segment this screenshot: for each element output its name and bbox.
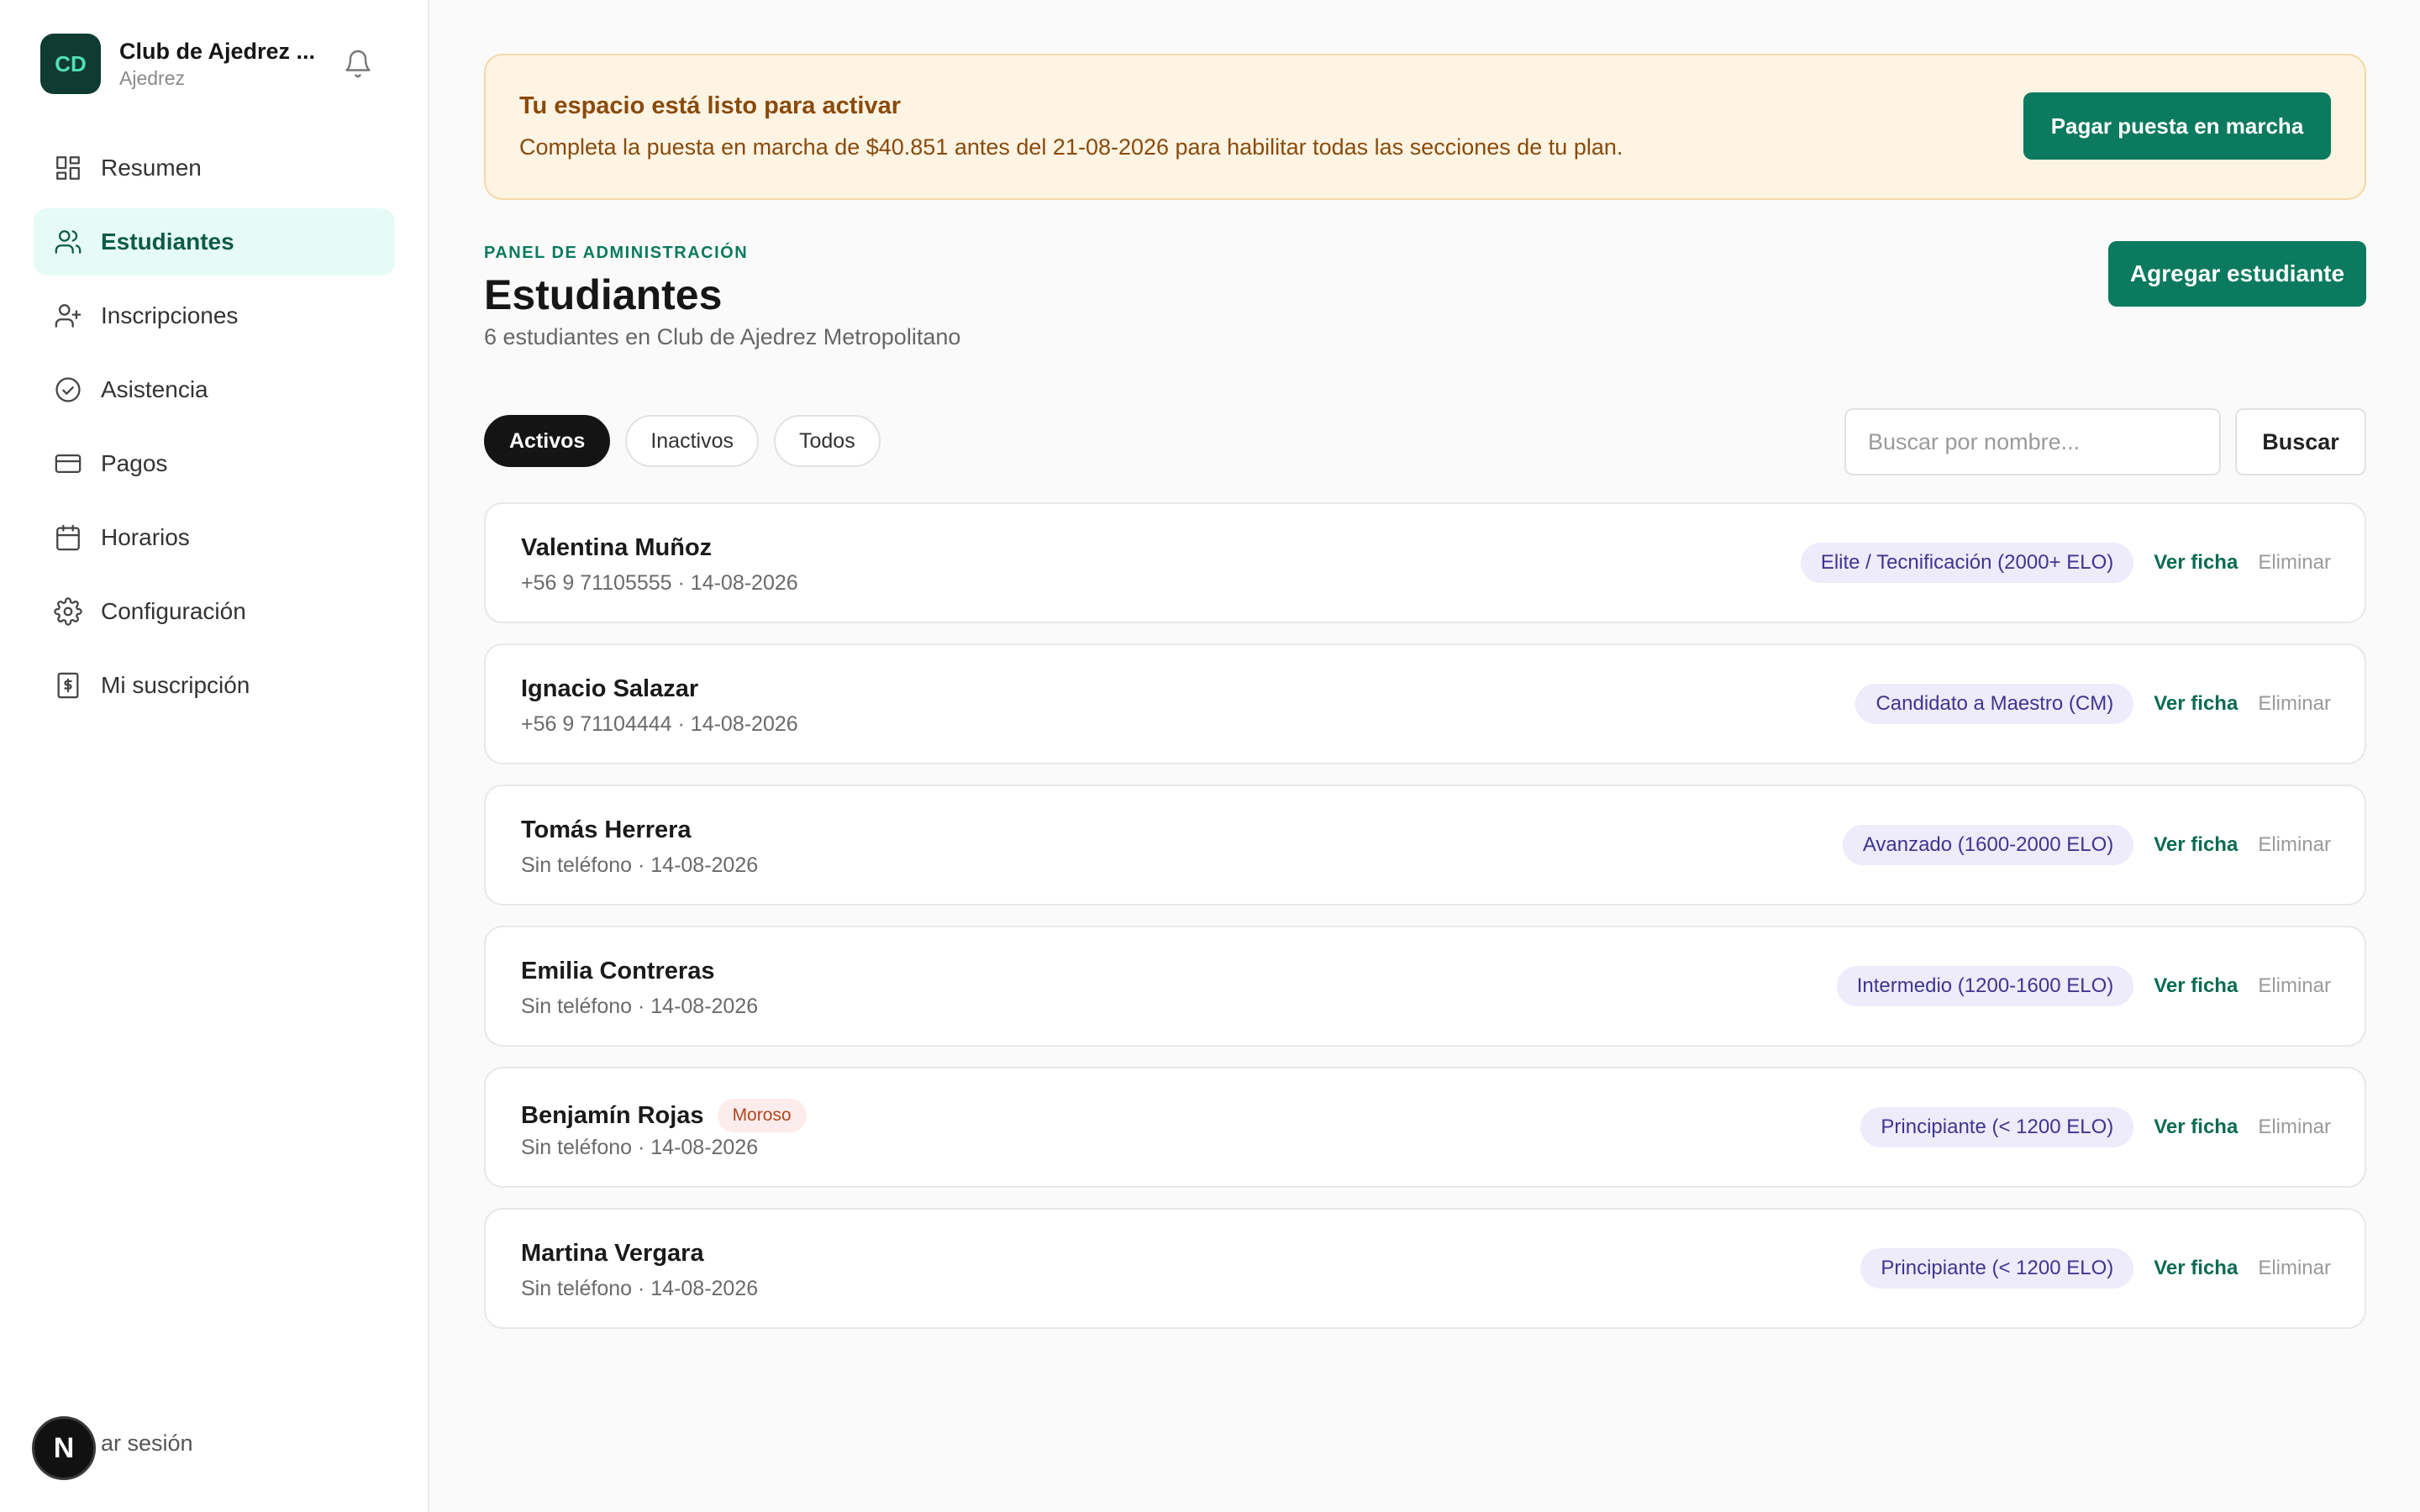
student-meta: Sin teléfono · 14-08-2026: [521, 853, 759, 877]
student-meta: +56 9 71105555 · 14-08-2026: [521, 571, 798, 595]
calendar-icon: [56, 524, 80, 551]
dashboard-grid-icon: [56, 156, 80, 180]
users-icon: [55, 230, 82, 254]
student-row: Emilia Contreras Sin teléfono · 14-08-20…: [484, 926, 2366, 1047]
level-badge: Principiante (< 1200 ELO): [1860, 1248, 2134, 1289]
student-meta: +56 9 71104444 · 14-08-2026: [521, 712, 798, 736]
page-eyebrow: PANEL DE ADMINISTRACIÓN: [484, 244, 749, 262]
student-row: Ignacio Salazar +56 9 71104444 · 14-08-2…: [484, 643, 2366, 764]
credit-card-icon: [55, 454, 82, 474]
banner-title: Tu espacio está listo para activar: [519, 92, 901, 119]
banner-text: Completa la puesta en marcha de $40.851 …: [519, 134, 1623, 160]
level-badge: Principiante (< 1200 ELO): [1860, 1107, 2134, 1147]
tab-activos[interactable]: Activos: [484, 415, 611, 467]
view-profile-link[interactable]: Ver ficha: [2154, 1257, 2238, 1280]
student-meta: Sin teléfono · 14-08-2026: [521, 1277, 759, 1300]
level-badge: Elite / Tecnificación (2000+ ELO): [1800, 543, 2134, 583]
student-name: Tomás Herrera: [521, 816, 692, 843]
sidebar-item-label: Configuración: [101, 598, 246, 624]
sidebar-item-label: Inscripciones: [101, 302, 239, 328]
student-row: Benjamín Rojas Moroso Sin teléfono · 14-…: [484, 1067, 2366, 1188]
delete-link[interactable]: Eliminar: [2258, 1116, 2331, 1139]
activation-banner: Tu espacio está listo para activar Compl…: [484, 54, 2366, 200]
student-list: Valentina Muñoz +56 9 71105555 · 14-08-2…: [484, 502, 2366, 1349]
sidebar: CD Club de Ajedrez ... Ajedrez Resumen E…: [0, 0, 429, 1512]
level-badge: Intermedio (1200-1600 ELO): [1836, 966, 2134, 1006]
bell-icon[interactable]: [343, 49, 373, 79]
sidebar-item-asistencia[interactable]: Asistencia: [34, 356, 395, 423]
sidebar-nav: Resumen Estudiantes Inscripciones Asiste…: [34, 134, 395, 726]
search-button[interactable]: Buscar: [2235, 408, 2366, 475]
view-profile-link[interactable]: Ver ficha: [2154, 1116, 2238, 1139]
receipt-dollar-icon: [57, 672, 79, 699]
add-student-button[interactable]: Agregar estudiante: [2108, 241, 2366, 307]
delete-link[interactable]: Eliminar: [2258, 692, 2331, 716]
search-input[interactable]: [1844, 408, 2221, 475]
sidebar-item-label: Asistencia: [101, 376, 208, 402]
sidebar-item-horarios[interactable]: Horarios: [34, 504, 395, 571]
sidebar-item-label: Horarios: [101, 524, 190, 550]
student-name: Benjamín Rojas: [521, 1101, 704, 1129]
sidebar-item-label: Mi suscripción: [101, 672, 250, 698]
student-name: Emilia Contreras: [521, 958, 715, 984]
gear-icon: [54, 597, 82, 626]
view-profile-link[interactable]: Ver ficha: [2154, 833, 2238, 857]
view-profile-link[interactable]: Ver ficha: [2154, 692, 2238, 716]
view-profile-link[interactable]: Ver ficha: [2154, 551, 2238, 575]
delete-link[interactable]: Eliminar: [2258, 551, 2331, 575]
sidebar-item-pagos[interactable]: Pagos: [34, 430, 395, 497]
student-meta: Sin teléfono · 14-08-2026: [521, 995, 759, 1018]
student-name: Ignacio Salazar: [521, 675, 699, 702]
sidebar-item-configuracion[interactable]: Configuración: [34, 578, 395, 645]
club-name: Club de Ajedrez ...: [119, 39, 316, 64]
logout-button[interactable]: ar sesión: [101, 1431, 193, 1457]
club-brand[interactable]: CD Club de Ajedrez ... Ajedrez: [40, 34, 315, 94]
student-name: Martina Vergara: [521, 1240, 704, 1267]
club-type: Ajedrez: [119, 67, 185, 89]
sidebar-item-label: Resumen: [101, 155, 202, 181]
student-name: Valentina Muñoz: [521, 534, 713, 561]
sidebar-item-label: Pagos: [101, 450, 168, 476]
dev-tools-badge[interactable]: N: [32, 1416, 96, 1480]
delete-link[interactable]: Eliminar: [2258, 974, 2331, 998]
sidebar-item-resumen[interactable]: Resumen: [34, 134, 395, 202]
tab-inactivos[interactable]: Inactivos: [625, 415, 759, 467]
level-badge: Candidato a Maestro (CM): [1855, 684, 2134, 724]
delete-link[interactable]: Eliminar: [2258, 1257, 2331, 1280]
student-row: Valentina Muñoz +56 9 71105555 · 14-08-2…: [484, 502, 2366, 623]
status-filter-tabs: Activos Inactivos Todos: [484, 415, 896, 467]
user-plus-icon: [55, 304, 82, 328]
student-row: Tomás Herrera Sin teléfono · 14-08-2026 …: [484, 785, 2366, 906]
delete-link[interactable]: Eliminar: [2258, 833, 2331, 857]
sidebar-item-label: Estudiantes: [101, 228, 234, 255]
student-row: Martina Vergara Sin teléfono · 14-08-202…: [484, 1208, 2366, 1329]
moroso-badge: Moroso: [717, 1099, 807, 1132]
view-profile-link[interactable]: Ver ficha: [2154, 974, 2238, 998]
level-badge: Avanzado (1600-2000 ELO): [1842, 825, 2134, 865]
pay-setup-button[interactable]: Pagar puesta en marcha: [2023, 92, 2331, 160]
club-logo: CD: [40, 34, 101, 94]
sidebar-item-inscripciones[interactable]: Inscripciones: [34, 282, 395, 349]
student-meta: Sin teléfono · 14-08-2026: [521, 1136, 759, 1159]
tab-todos[interactable]: Todos: [773, 415, 881, 467]
check-circle-icon: [55, 377, 81, 402]
sidebar-item-mi-suscripcion[interactable]: Mi suscripción: [34, 652, 395, 719]
page-title: Estudiantes: [484, 271, 723, 318]
page-subtitle: 6 estudiantes en Club de Ajedrez Metropo…: [484, 324, 961, 349]
sidebar-item-estudiantes[interactable]: Estudiantes: [34, 208, 395, 276]
